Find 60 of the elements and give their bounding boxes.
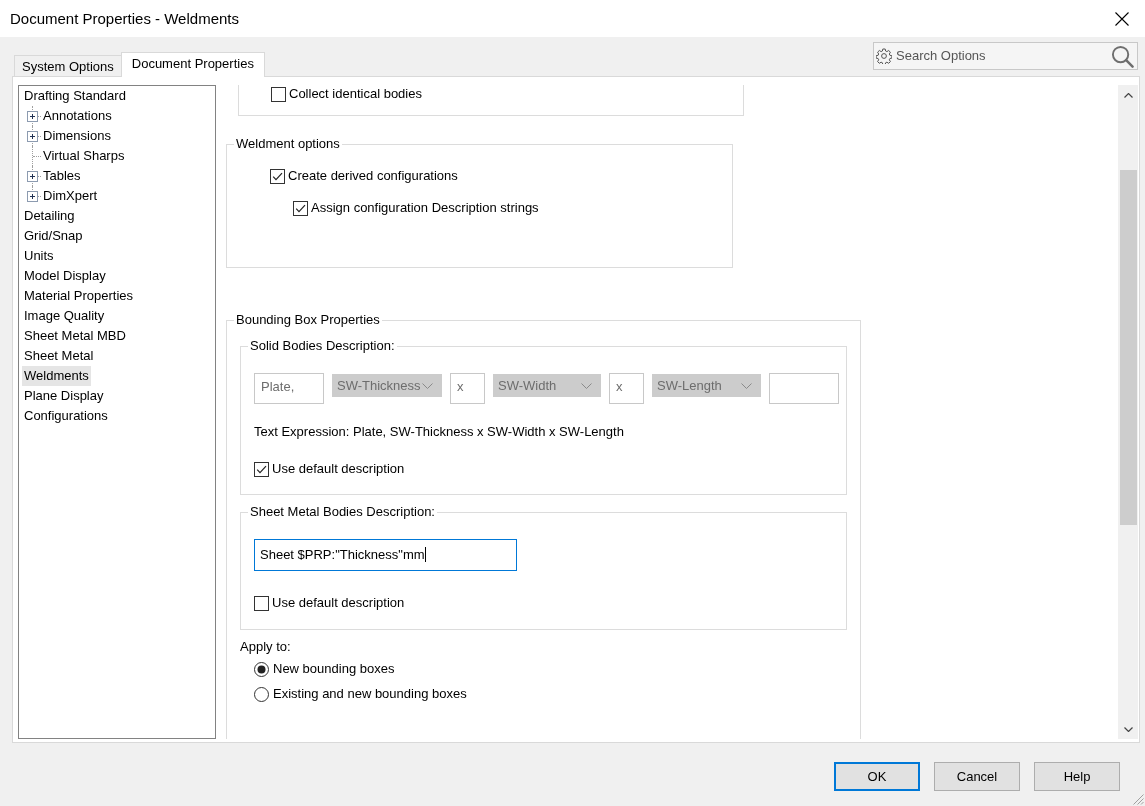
- dialog-button[interactable]: Help: [1034, 762, 1120, 791]
- tree-item[interactable]: Configurations: [22, 406, 110, 426]
- radio-button[interactable]: [254, 686, 269, 702]
- checkbox[interactable]: [254, 461, 269, 477]
- chevron-down-icon: [741, 382, 752, 389]
- checkbox-label[interactable]: Collect identical bodies: [289, 86, 422, 102]
- expand-icon[interactable]: [27, 131, 38, 142]
- text-field[interactable]: Sheet $PRP:"Thickness"mm: [254, 539, 517, 571]
- group-title: Solid Bodies Description:: [249, 338, 396, 354]
- tree-item[interactable]: Detailing: [22, 206, 77, 226]
- tree-item[interactable]: Sheet Metal MBD: [22, 326, 128, 346]
- search-field[interactable]: Search Options: [873, 42, 1138, 70]
- tab[interactable]: Document Properties: [120, 52, 265, 77]
- tree-item[interactable]: Units: [22, 246, 56, 266]
- radio-label[interactable]: New bounding boxes: [273, 661, 395, 677]
- checkbox[interactable]: [254, 595, 269, 611]
- scrollbar-thumb[interactable]: [1119, 170, 1137, 525]
- tree-item[interactable]: Sheet Metal: [22, 346, 96, 366]
- close-icon[interactable]: [1115, 11, 1129, 26]
- checkbox[interactable]: [271, 86, 286, 102]
- text-cursor-icon: [424, 547, 426, 562]
- tree-item[interactable]: Dimensions: [41, 126, 113, 146]
- tree-item[interactable]: Virtual Sharps: [41, 146, 127, 166]
- chevron-down-icon: [581, 382, 592, 389]
- tree-item[interactable]: Model Display: [22, 266, 108, 286]
- checkbox[interactable]: [270, 168, 285, 184]
- checkbox-label[interactable]: Create derived configurations: [288, 168, 458, 184]
- tree-item[interactable]: Annotations: [41, 106, 114, 126]
- tree-item[interactable]: Plane Display: [22, 386, 106, 406]
- group-title: Weldment options: [235, 136, 341, 152]
- text-expression: Text Expression: Plate, SW-Thickness x SW-Width x SW-Length: [254, 424, 624, 439]
- checkbox-label[interactable]: Assign configuration Description strings: [311, 200, 539, 216]
- tab[interactable]: System Options: [14, 55, 121, 76]
- group-label: Apply to:: [240, 639, 291, 654]
- tree-item[interactable]: Weldments: [22, 366, 91, 386]
- expand-icon[interactable]: [27, 111, 38, 122]
- dialog-button[interactable]: OK: [834, 762, 920, 791]
- tree-item[interactable]: Image Quality: [22, 306, 107, 326]
- dialog-button[interactable]: Cancel: [934, 762, 1020, 791]
- radio-label[interactable]: Existing and new bounding boxes: [273, 686, 467, 702]
- expand-icon[interactable]: [27, 171, 38, 182]
- chevron-down-icon: [422, 382, 433, 389]
- window-title: Document Properties - Weldments: [10, 9, 239, 28]
- checkbox-label[interactable]: Use default description: [272, 595, 405, 611]
- checkbox[interactable]: [293, 200, 308, 216]
- checkbox-label[interactable]: Use default description: [272, 461, 405, 477]
- group-title: Sheet Metal Bodies Description:: [249, 504, 436, 520]
- expand-icon[interactable]: [27, 191, 38, 202]
- chevron-down-icon[interactable]: [1123, 726, 1133, 732]
- gear-icon: [876, 48, 892, 64]
- chevron-up-icon[interactable]: [1123, 92, 1133, 98]
- resize-grip-icon[interactable]: [1133, 794, 1144, 805]
- tree-item[interactable]: Drafting Standard: [22, 86, 128, 106]
- tree-item[interactable]: DimXpert: [41, 186, 100, 206]
- group-title: Bounding Box Properties: [235, 312, 381, 328]
- radio-button[interactable]: [254, 661, 269, 677]
- tree-item[interactable]: Grid/Snap: [22, 226, 85, 246]
- tree-item[interactable]: Material Properties: [22, 286, 136, 306]
- tree-item[interactable]: Tables: [41, 166, 83, 186]
- search-icon[interactable]: [1111, 44, 1134, 68]
